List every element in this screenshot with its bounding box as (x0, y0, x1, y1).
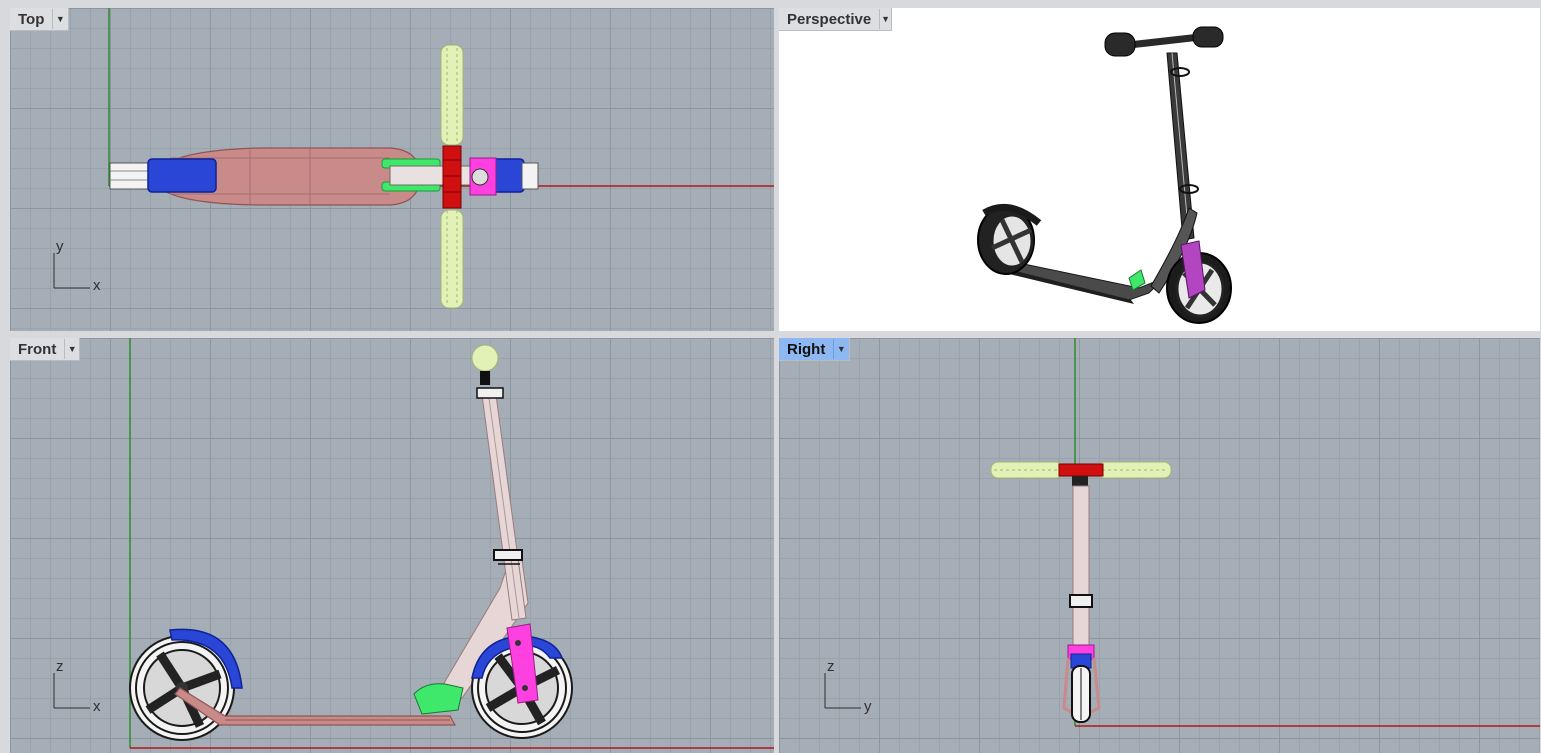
headset (442, 145, 462, 209)
grip-right-render (1192, 26, 1224, 48)
rear-axle (109, 162, 153, 190)
steering-stem (1072, 485, 1090, 647)
chevron-down-icon[interactable]: ▼ (52, 9, 67, 29)
axis-label-vertical: z (56, 658, 64, 675)
rear-fender (147, 158, 217, 193)
right-viewport-tab[interactable]: Right ▼ (779, 338, 850, 361)
chevron-down-icon[interactable]: ▼ (833, 339, 848, 359)
perspective-viewport[interactable]: Perspective ▼ (779, 8, 1540, 331)
top-viewport-label: Top (18, 10, 45, 28)
axis-label-horizontal: x (93, 698, 101, 715)
front-view-scene[interactable]: z x (10, 338, 774, 753)
stem-clamp-top (476, 387, 504, 399)
axis-icon (824, 673, 861, 709)
chevron-down-icon[interactable]: ▼ (879, 9, 891, 29)
top-viewport-tab[interactable]: Top ▼ (10, 8, 69, 31)
grip-left-render (1104, 32, 1136, 57)
top-view-scene[interactable]: y x (10, 8, 774, 331)
stem-clamp-middle (493, 549, 523, 561)
steering-stem (389, 165, 481, 186)
axis-icon (53, 673, 90, 709)
axis-label-horizontal: x (93, 277, 101, 294)
stem-clamp (1069, 594, 1093, 608)
right-view-scene[interactable]: z y (779, 338, 1540, 753)
front-viewport-tab[interactable]: Front ▼ (10, 338, 80, 361)
handlebar-grip-end (471, 344, 499, 372)
handlebar-grip-top (440, 44, 464, 146)
headset (1058, 463, 1104, 477)
axis-label-horizontal: y (864, 698, 872, 715)
front-viewport-label: Front (18, 340, 57, 358)
perspective-viewport-tab[interactable]: Perspective ▼ (779, 8, 892, 31)
axis-label-vertical: y (56, 238, 64, 255)
axis-icon (53, 253, 90, 289)
front-viewport[interactable]: Front ▼ z x (10, 338, 774, 753)
perspective-scene[interactable] (779, 8, 1540, 331)
chevron-down-icon[interactable]: ▼ (64, 339, 79, 359)
front-axle (521, 162, 539, 190)
axis-label-vertical: z (827, 658, 835, 675)
right-viewport[interactable]: Right ▼ z y (779, 338, 1540, 753)
right-viewport-label: Right (787, 340, 826, 358)
brake-pedal (413, 683, 464, 715)
perspective-viewport-label: Perspective (787, 10, 872, 28)
front-wheel-cover (491, 158, 525, 193)
top-viewport[interactable]: Top ▼ y x (10, 8, 774, 331)
handlebar-grip-bottom (440, 209, 464, 309)
